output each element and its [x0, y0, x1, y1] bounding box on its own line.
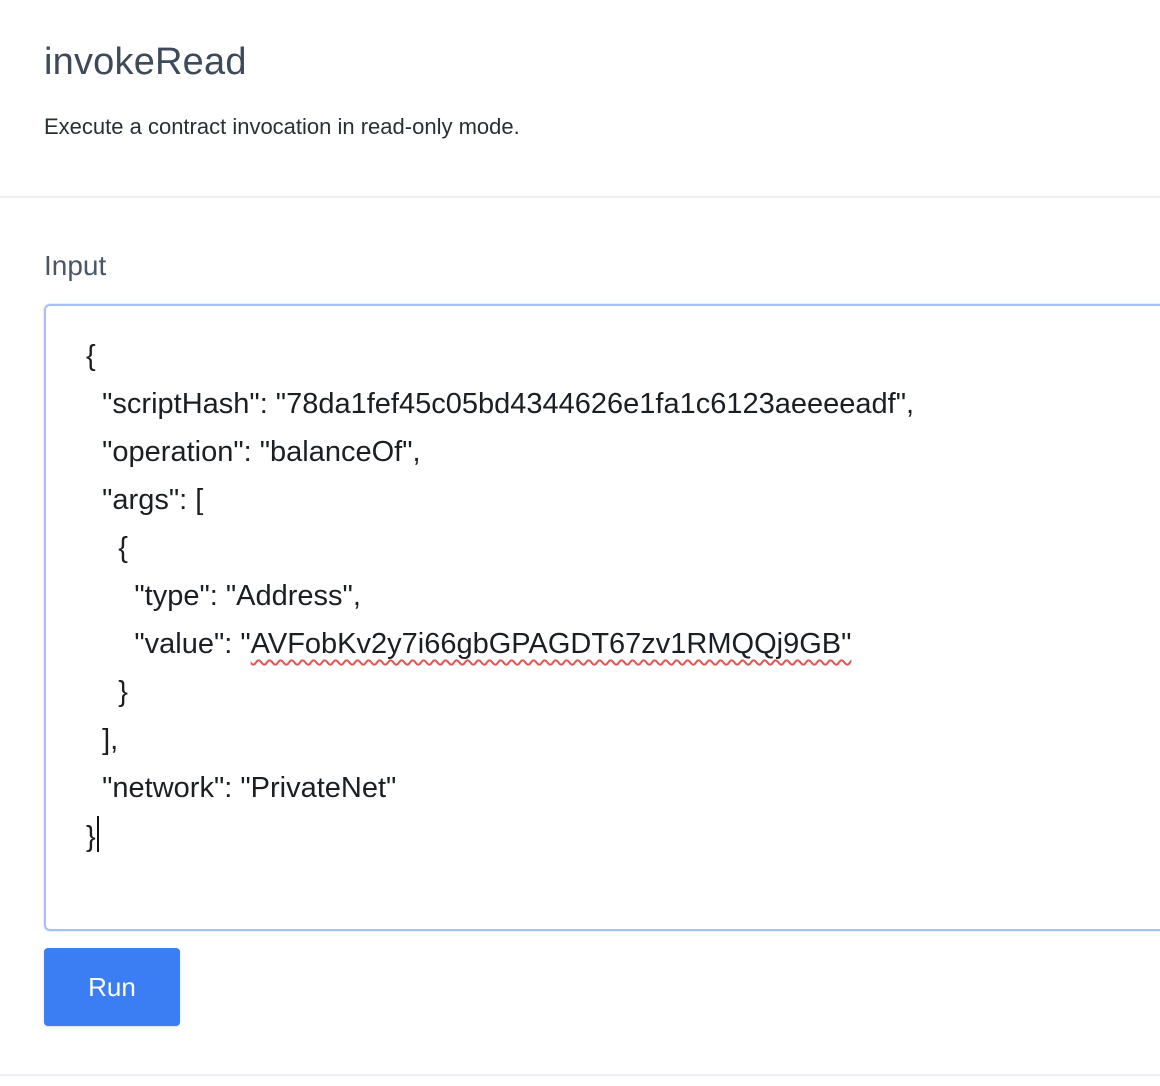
code-line: {	[86, 340, 96, 372]
page-description: Execute a contract invocation in read-on…	[44, 114, 520, 139]
bottom-divider	[0, 1074, 1160, 1076]
code-line: "scriptHash": "78da1fef45c05bd4344626e1f…	[86, 388, 915, 420]
code-line-closing-brace: }	[86, 821, 96, 853]
code-line: "type": "Address",	[86, 580, 361, 612]
code-line-value-prefix: "value": "	[86, 628, 251, 660]
code-line-value: "value": "AVFobKv2y7i66gbGPAGDT67zv1RMQQ…	[86, 624, 851, 664]
code-line-last: }	[86, 816, 99, 856]
code-line: "network": "PrivateNet"	[86, 772, 397, 804]
input-label: Input	[44, 250, 107, 281]
code-line: "operation": "balanceOf",	[86, 436, 421, 468]
page-title: invokeRead	[44, 41, 247, 83]
code-line: ],	[86, 724, 119, 756]
code-line: {	[86, 532, 128, 564]
header-section: invokeRead Execute a contract invocation…	[0, 0, 1160, 198]
text-cursor	[96, 816, 99, 852]
run-button[interactable]: Run	[44, 948, 180, 1026]
json-input-editor[interactable]: { "scriptHash": "78da1fef45c05bd4344626e…	[44, 304, 1160, 931]
code-line: }	[86, 676, 128, 708]
code-line: "args": [	[86, 484, 204, 516]
invoke-read-page: invokeRead Execute a contract invocation…	[0, 0, 1160, 1086]
misspelled-address-value: AVFobKv2y7i66gbGPAGDT67zv1RMQQj9GB"	[250, 628, 852, 660]
